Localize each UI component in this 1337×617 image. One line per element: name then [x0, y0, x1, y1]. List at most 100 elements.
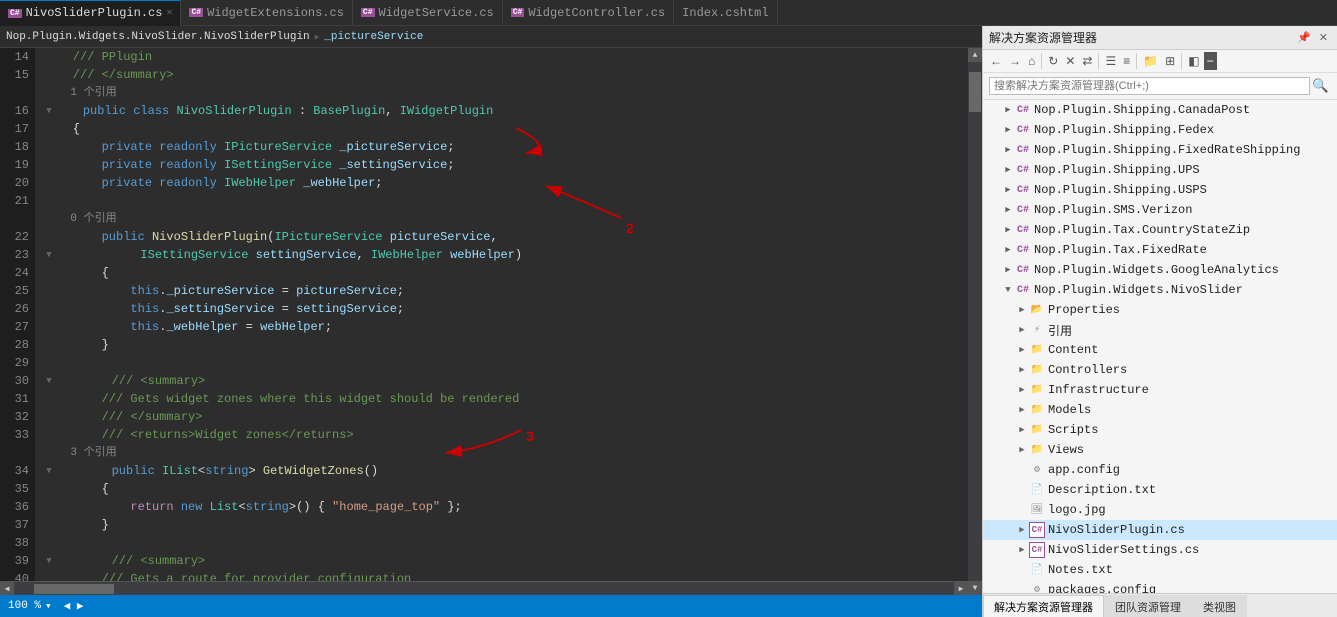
ln-lens2: [0, 210, 29, 228]
tree-item-fedex[interactable]: ▶ C# Nop.Plugin.Shipping.Fedex: [983, 120, 1337, 140]
back-btn[interactable]: ←: [987, 52, 1005, 70]
scroll-up-btn[interactable]: ▲: [968, 48, 982, 62]
horiz-thumb[interactable]: [34, 584, 114, 594]
tree-item-notes[interactable]: 📄 Notes.txt: [983, 560, 1337, 580]
tree-item-views[interactable]: ▶ 📁 Views: [983, 440, 1337, 460]
scroll-track[interactable]: [968, 62, 982, 581]
code-line-20: private readonly IWebHelper _webHelper;: [44, 174, 968, 192]
bottom-tab-solution[interactable]: 解决方案资源管理器: [983, 595, 1104, 617]
scroll-left-btn[interactable]: ◀: [0, 582, 14, 596]
code-line-14: /// PPlugin: [44, 48, 968, 66]
tree-item-models[interactable]: ▶ 📁 Models: [983, 400, 1337, 420]
tree-item-nivosliderplugin[interactable]: ▶ C# NivoSliderPlugin.cs: [983, 520, 1337, 540]
scroll-down-btn[interactable]: ▼: [968, 581, 982, 595]
expand-icon-placeholder: [1015, 583, 1029, 593]
collapse-16[interactable]: ▼: [44, 102, 54, 120]
tab-nivo-slider-plugin[interactable]: C# NivoSliderPlugin.cs ✕: [0, 0, 181, 26]
code-line-16: ▼ public class NivoSliderPlugin : BasePl…: [44, 102, 968, 120]
tree-item-nivoslider-root[interactable]: ▼ C# Nop.Plugin.Widgets.NivoSlider: [983, 280, 1337, 300]
stop-btn[interactable]: ✕: [1062, 52, 1078, 70]
new-folder-btn[interactable]: 📁: [1140, 52, 1161, 70]
search-btn[interactable]: 🔍: [1310, 76, 1331, 96]
pin-btn[interactable]: 📌: [1294, 30, 1314, 45]
sep4: [1181, 53, 1182, 69]
ln-25: 25: [0, 282, 29, 300]
code-line-35: {: [44, 480, 968, 498]
collapse-30[interactable]: ▼: [44, 372, 54, 390]
preview-btn[interactable]: ◧: [1185, 52, 1202, 70]
search-input[interactable]: [989, 77, 1310, 95]
collapse-23[interactable]: ▼: [44, 246, 54, 264]
code-lens-3: 3 个引用: [44, 444, 968, 462]
tree-item-scripts[interactable]: ▶ 📁 Scripts: [983, 420, 1337, 440]
bottom-tab-team[interactable]: 团队资源管理: [1104, 595, 1192, 617]
img-icon: 🖼: [1029, 502, 1045, 518]
expand-icon: ▶: [1015, 383, 1029, 397]
tree-item-appconfig[interactable]: ⚙ app.config: [983, 460, 1337, 480]
project-icon: C#: [1015, 262, 1031, 278]
ln-32: 32: [0, 408, 29, 426]
tree-item-canadapost[interactable]: ▶ C# Nop.Plugin.Shipping.CanadaPost: [983, 100, 1337, 120]
tree-item-countrystatzip[interactable]: ▶ C# Nop.Plugin.Tax.CountryStateZip: [983, 220, 1337, 240]
tree-item-googleanalytics[interactable]: ▶ C# Nop.Plugin.Widgets.GoogleAnalytics: [983, 260, 1337, 280]
ln-lens1: [0, 84, 29, 102]
tree-item-logo[interactable]: 🖼 logo.jpg: [983, 500, 1337, 520]
tab-widget-service[interactable]: C# WidgetService.cs: [353, 0, 503, 26]
show-all-btn[interactable]: ☰: [1102, 52, 1119, 70]
tree-item-fixedrate-shipping[interactable]: ▶ C# Nop.Plugin.Shipping.FixedRateShippi…: [983, 140, 1337, 160]
code-line-24: {: [44, 264, 968, 282]
code-line-28: }: [44, 336, 968, 354]
solution-search: 🔍: [983, 73, 1337, 100]
tree-item-nivoslidersettings[interactable]: ▶ C# NivoSliderSettings.cs: [983, 540, 1337, 560]
breadcrumb-right: _pictureService: [324, 31, 423, 43]
expand-icon-placeholder: [1015, 463, 1029, 477]
zoom-arrow: ▾: [45, 599, 52, 613]
scroll-thumb[interactable]: [969, 72, 981, 112]
collapse-34[interactable]: ▼: [44, 462, 54, 480]
tree-item-content[interactable]: ▶ 📁 Content: [983, 340, 1337, 360]
minus-btn[interactable]: −: [1204, 52, 1217, 70]
tab-widget-extensions[interactable]: C# WidgetExtensions.cs: [181, 0, 352, 26]
sync-btn[interactable]: ⇄: [1079, 52, 1095, 70]
tree-item-description[interactable]: 📄 Description.txt: [983, 480, 1337, 500]
tree-label: Nop.Plugin.Shipping.FixedRateShipping: [1034, 143, 1300, 157]
refresh-btn[interactable]: ↻: [1045, 52, 1061, 70]
main-container: Nop.Plugin.Widgets.NivoSlider.NivoSlider…: [0, 26, 1337, 617]
properties-btn[interactable]: ≡: [1120, 52, 1133, 70]
tree-item-infrastructure[interactable]: ▶ 📁 Infrastructure: [983, 380, 1337, 400]
code-line-37: }: [44, 516, 968, 534]
ln-17: 17: [0, 120, 29, 138]
horizontal-scrollbar[interactable]: ◀ ▶: [0, 581, 968, 595]
tree-item-properties[interactable]: ▶ 📂 Properties: [983, 300, 1337, 320]
horiz-track[interactable]: [14, 582, 954, 596]
tab-close-btn[interactable]: ✕: [166, 7, 172, 19]
tree-item-references[interactable]: ▶ ⚡ 引用: [983, 320, 1337, 340]
folder-icon: 📁: [1029, 382, 1045, 398]
tree-item-packages[interactable]: ⚙ packages.config: [983, 580, 1337, 593]
code-line-33: /// <returns>Widget zones</returns>: [44, 426, 968, 444]
zoom-control[interactable]: 100 % ▾: [8, 599, 52, 613]
tab-index-cshtml[interactable]: Index.cshtml: [674, 0, 777, 26]
code-line-25: this._pictureService = pictureService;: [44, 282, 968, 300]
code-lens-2: 0 个引用: [44, 210, 968, 228]
solution-explorer-panel: 解决方案资源管理器 📌 ✕ ← → ⌂ ↻ ✕ ⇄ ☰ ≡ 📁: [982, 26, 1337, 617]
tree-item-ups[interactable]: ▶ C# Nop.Plugin.Shipping.UPS: [983, 160, 1337, 180]
tree-item-verizon[interactable]: ▶ C# Nop.Plugin.SMS.Verizon: [983, 200, 1337, 220]
home-btn[interactable]: ⌂: [1025, 52, 1038, 70]
collapse-39[interactable]: ▼: [44, 552, 54, 570]
tree-item-controllers[interactable]: ▶ 📁 Controllers: [983, 360, 1337, 380]
tab-widget-controller[interactable]: C# WidgetController.cs: [503, 0, 674, 26]
tree-item-usps[interactable]: ▶ C# Nop.Plugin.Shipping.USPS: [983, 180, 1337, 200]
bottom-tab-class[interactable]: 类视图: [1192, 595, 1247, 617]
scroll-right-btn[interactable]: ▶: [954, 582, 968, 596]
solution-tree[interactable]: ▶ C# Nop.Plugin.Shipping.CanadaPost ▶ C#…: [983, 100, 1337, 593]
code-content[interactable]: /// PPlugin /// </summary> 1 个引用: [36, 48, 968, 581]
folder-icon: 📁: [1029, 362, 1045, 378]
code-area: 14 15 16 17 18 19 20 21 22 23: [0, 48, 968, 581]
view-btn[interactable]: ⊞: [1162, 52, 1178, 70]
forward-btn[interactable]: →: [1006, 52, 1024, 70]
tree-item-fixedrate[interactable]: ▶ C# Nop.Plugin.Tax.FixedRate: [983, 240, 1337, 260]
vertical-scrollbar[interactable]: ▲ ▼: [968, 48, 982, 595]
code-line-23: ▼ ISettingService settingService, IWebHe…: [44, 246, 968, 264]
close-panel-btn[interactable]: ✕: [1316, 30, 1331, 45]
